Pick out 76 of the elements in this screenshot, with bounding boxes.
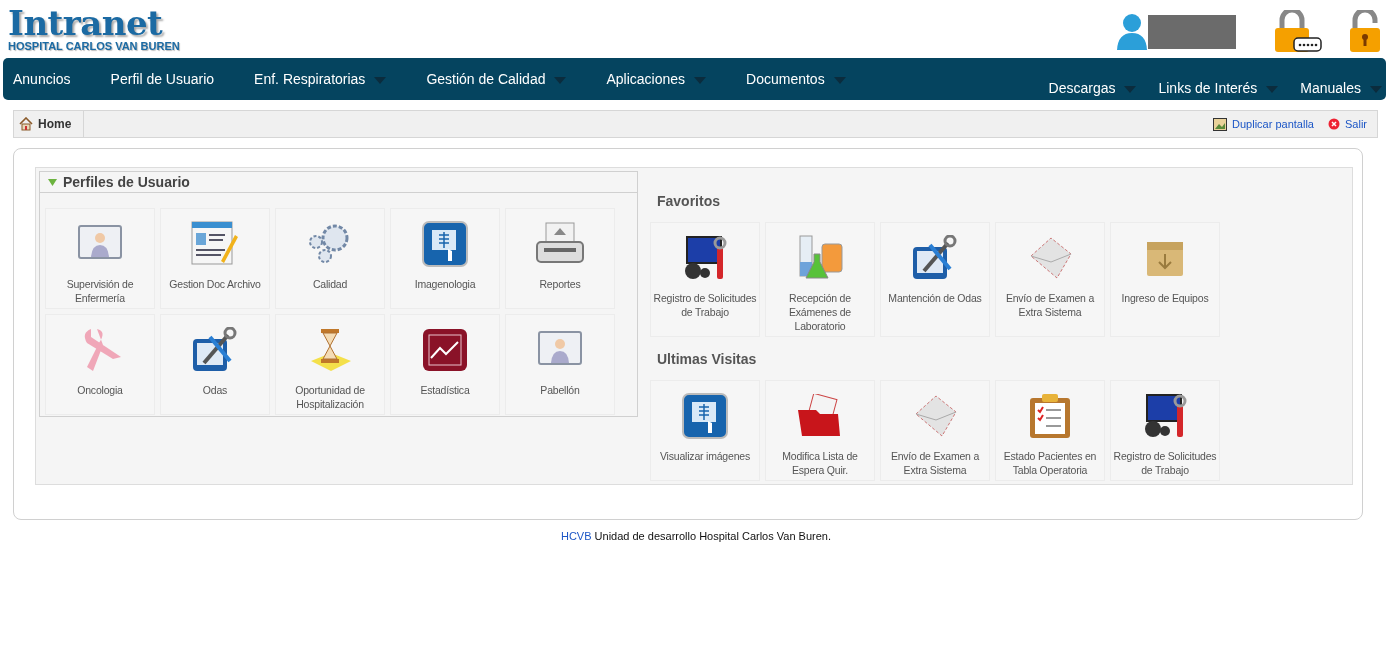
tile-label: Recepción de Exámenes de Laboratorio [788, 291, 852, 334]
logo-subtitle: HOSPITAL CARLOS VAN BUREN [8, 40, 180, 52]
tile-label: Visualizar imágenes [660, 449, 750, 464]
tile-label: Envío de Examen a Extra Sistema [1004, 291, 1096, 320]
tile-label: Imagenologia [414, 277, 476, 292]
tile-label: Envío de Examen a Extra Sistema [889, 449, 981, 478]
app-tile[interactable]: Odas [160, 314, 270, 415]
menu-item[interactable]: Aplicaciones [606, 58, 707, 100]
tile-label: Reportes [539, 277, 581, 292]
shortcut-tile[interactable]: Estado Pacientes en Tabla Operatoria [995, 380, 1105, 481]
tile-label: Oportunidad de Hospitalización [294, 383, 366, 412]
logo-title: Intranet [8, 6, 163, 40]
tile-label: Registro de Solicitudes de Trabajo [652, 291, 758, 320]
wrench-screwdriver-icon [912, 235, 958, 281]
tile-label: Pabellón [540, 383, 580, 398]
shortcut-tile[interactable]: Modifica Lista de Espera Quir. [765, 380, 875, 481]
shortcut-tile[interactable]: Registro de Solicitudes de Trabajo [1110, 380, 1220, 481]
menu-item[interactable]: Enf. Respiratorias [254, 58, 387, 100]
menu-item[interactable]: Anuncios [13, 58, 71, 100]
close-icon [1328, 118, 1340, 130]
app-tile[interactable]: Oportunidad de Hospitalización [275, 314, 385, 415]
document-pencil-icon [191, 221, 239, 267]
panel-header[interactable]: Perfiles de Usuario [40, 172, 637, 193]
footer-link[interactable]: HCVB [560, 530, 592, 542]
user-icon[interactable] [1116, 13, 1148, 51]
shortcut-tile[interactable]: Envío de Examen a Extra Sistema [995, 222, 1105, 337]
app-tile[interactable]: Calidad [275, 208, 385, 309]
tile-label: Registro de Solicitudes de Trabajo [1112, 449, 1218, 478]
footer-text: HCVB Unidad de desarrollo Hospital Carlos Van Buren. [559, 530, 832, 542]
shortcut-tile[interactable]: Registro de Solicitudes de Trabajo [650, 222, 760, 337]
menu-item[interactable]: Documentos [746, 58, 846, 100]
triangle-icon [48, 178, 57, 186]
tile-label: Gestion Doc Archivo [169, 277, 261, 292]
tile-label: Ingreso de Equipos [1121, 291, 1209, 306]
app-tile[interactable]: Oncologia [45, 314, 155, 415]
shortcut-tile[interactable]: Ingreso de Equipos [1110, 222, 1220, 337]
tile-label: Estado Pacientes en Tabla Operatoria [1002, 449, 1098, 478]
wrench-screwdriver-icon [192, 327, 238, 373]
logo[interactable]: Intranet HOSPITAL CARLOS VAN BUREN [8, 0, 180, 52]
tile-label: Oncologia [77, 383, 123, 398]
unlocked-padlock-icon[interactable] [1348, 10, 1382, 54]
shortcut-tile[interactable]: Visualizar imágenes [650, 380, 760, 481]
shortcut-tile[interactable]: Recepción de Exámenes de Laboratorio [765, 222, 875, 337]
app-tile[interactable]: Supervisión de Enfermería [45, 208, 155, 309]
app-tile[interactable]: Estadística [390, 314, 500, 415]
app-tile[interactable]: Pabellón [505, 314, 615, 415]
chart-icon [422, 328, 468, 372]
menu-item[interactable]: Manuales [1300, 67, 1382, 109]
app-tile[interactable]: Gestion Doc Archivo [160, 208, 270, 309]
tile-label: Estadística [420, 383, 470, 398]
clipboard-checklist-icon [1028, 392, 1072, 440]
shortcut-tile[interactable]: Mantención de Odas [880, 222, 990, 337]
shortcut-tile[interactable]: Envío de Examen a Extra Sistema [880, 380, 990, 481]
menu-item[interactable]: Descargas [1048, 67, 1137, 109]
menu-item[interactable]: Gestión de Calidad [426, 58, 567, 100]
password-lock-icon[interactable] [1272, 10, 1322, 54]
menu-item[interactable]: Links de Interés [1158, 67, 1279, 109]
app-tile[interactable]: Reportes [505, 208, 615, 309]
home-tab[interactable]: Home [14, 111, 85, 137]
section-heading: Ultimas Visitas [657, 351, 758, 367]
tile-label: Mantención de Odas [888, 291, 982, 306]
x-ray-icon [422, 221, 468, 267]
app-tile[interactable]: Imagenologia [390, 208, 500, 309]
section-heading: Favoritos [657, 193, 721, 209]
exit-link[interactable]: Salir [1328, 118, 1367, 130]
house-icon [19, 117, 33, 131]
duplicate-screen-link[interactable]: Duplicar pantalla [1213, 117, 1314, 131]
tile-label: Calidad [312, 277, 348, 292]
lab-flasks-icon [796, 234, 844, 282]
menu-item[interactable]: Perfil de Usuario [110, 58, 215, 100]
tile-label: Modifica Lista de Espera Quir. [781, 449, 859, 478]
picture-icon [1213, 117, 1228, 131]
tile-label: Supervisión de Enfermería [65, 277, 135, 306]
x-ray-icon [682, 393, 728, 439]
printer-icon [536, 222, 584, 266]
tile-label: Odas [202, 383, 228, 398]
